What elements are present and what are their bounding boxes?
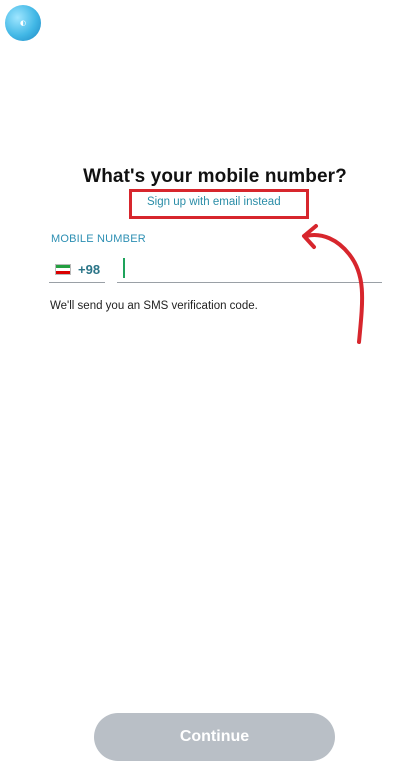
curved-arrow-icon bbox=[302, 224, 365, 344]
continue-button[interactable]: Continue bbox=[94, 713, 335, 761]
